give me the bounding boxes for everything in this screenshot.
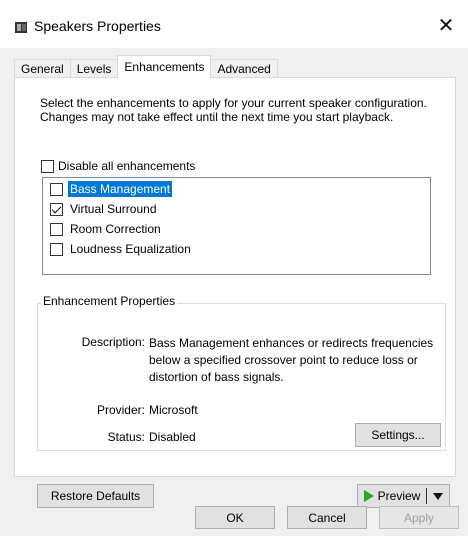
list-item-bass-management[interactable]: Bass Management xyxy=(50,180,173,198)
cancel-button[interactable]: Cancel xyxy=(287,506,367,529)
room-correction-label[interactable]: Room Correction xyxy=(68,221,163,237)
apply-button[interactable]: Apply xyxy=(379,506,459,529)
tab-levels[interactable]: Levels xyxy=(69,59,119,78)
description-value: Bass Management enhances or redirects fr… xyxy=(149,336,434,384)
disable-all-label[interactable]: Disable all enhancements xyxy=(58,159,195,173)
preview-split-button[interactable]: Preview xyxy=(357,484,450,508)
tab-general[interactable]: General xyxy=(14,59,71,78)
title-bar: Speakers Properties ✕ xyxy=(0,0,468,48)
ok-button[interactable]: OK xyxy=(195,506,275,529)
list-item-loudness-equalization[interactable]: Loudness Equalization xyxy=(50,240,193,258)
split-separator xyxy=(426,488,428,504)
virtual-surround-checkbox[interactable] xyxy=(50,202,63,216)
close-icon: ✕ xyxy=(437,14,455,37)
list-item-virtual-surround[interactable]: Virtual Surround xyxy=(50,200,159,218)
room-correction-checkbox[interactable] xyxy=(50,222,63,236)
window-body: General Levels Enhancements Advanced Sel… xyxy=(0,48,468,536)
settings-button[interactable]: Settings... xyxy=(355,423,441,447)
bass-management-label[interactable]: Bass Management xyxy=(68,181,173,197)
loudness-equalization-label[interactable]: Loudness Equalization xyxy=(68,241,193,257)
enhancements-panel: Select the enhancements to apply for you… xyxy=(14,77,456,508)
disable-all-checkbox[interactable] xyxy=(41,159,54,173)
window-title: Speakers Properties xyxy=(34,18,161,34)
disable-all-row[interactable]: Disable all enhancements xyxy=(41,159,195,173)
group-title: Enhancement Properties xyxy=(41,294,178,308)
tab-enhancements[interactable]: Enhancements xyxy=(117,55,212,78)
speaker-icon xyxy=(15,22,27,33)
status-label: Status: xyxy=(107,430,145,444)
restore-defaults-button[interactable]: Restore Defaults xyxy=(37,484,154,508)
preview-label: Preview xyxy=(377,489,421,503)
chevron-down-icon[interactable] xyxy=(433,492,444,500)
tab-strip: General Levels Enhancements Advanced xyxy=(14,55,278,78)
loudness-equalization-checkbox[interactable] xyxy=(50,242,63,256)
enhancements-list[interactable]: Bass Management Virtual Surround Room Co… xyxy=(42,177,431,275)
close-button[interactable]: ✕ xyxy=(424,8,468,42)
instructions-text: Select the enhancements to apply for you… xyxy=(40,96,427,124)
status-value: Disabled xyxy=(149,430,196,444)
provider-value: Microsoft xyxy=(149,403,198,417)
description-label: Description: xyxy=(81,335,145,349)
virtual-surround-label[interactable]: Virtual Surround xyxy=(68,201,159,217)
bass-management-checkbox[interactable] xyxy=(50,182,63,196)
tab-advanced[interactable]: Advanced xyxy=(210,59,278,78)
list-item-room-correction[interactable]: Room Correction xyxy=(50,220,163,238)
play-icon xyxy=(363,490,374,502)
provider-label: Provider: xyxy=(96,403,145,417)
